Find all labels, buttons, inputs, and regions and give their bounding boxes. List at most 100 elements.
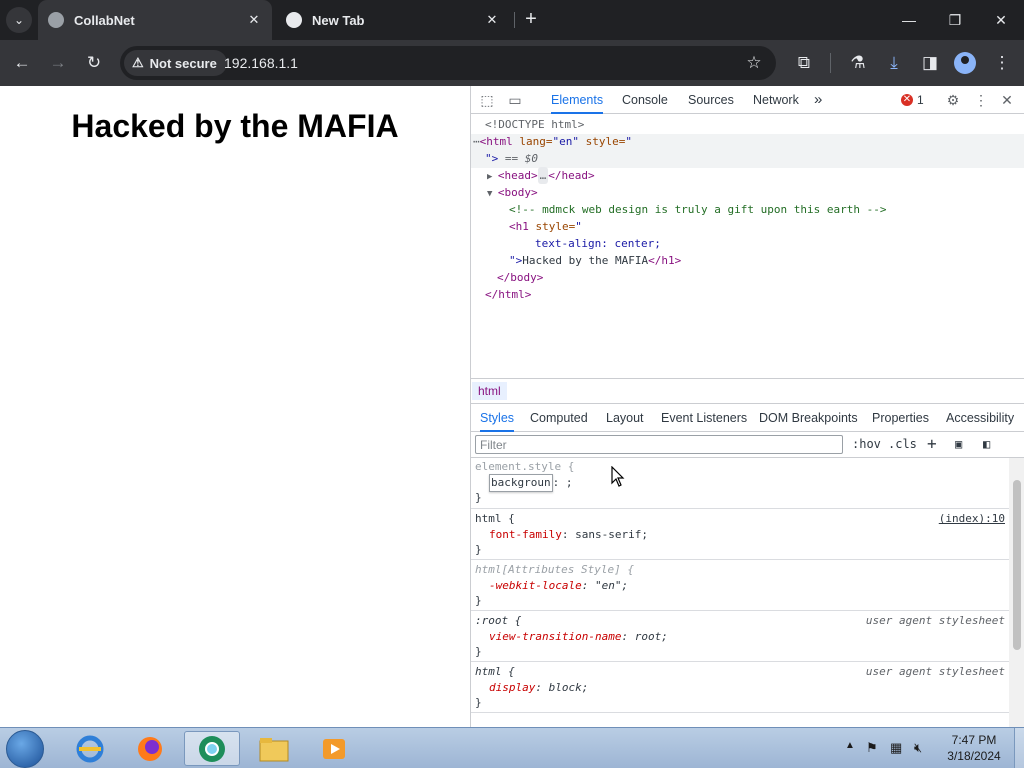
dom-head-node[interactable]: ▶ <head>… </head> xyxy=(487,167,595,184)
rule-declaration[interactable]: view-transition-name: root; xyxy=(489,629,668,645)
toggle-sidebar-icon[interactable]: ◧ xyxy=(983,437,990,451)
tab-new-tab[interactable]: New Tab ✕ xyxy=(276,0,510,40)
close-tab-icon[interactable]: ✕ xyxy=(244,12,264,28)
menu-kebab-icon[interactable]: ⋮ xyxy=(990,51,1014,75)
tab-collabnet[interactable]: CollabNet ✕ xyxy=(38,0,272,40)
system-clock[interactable]: 7:47 PM 3/18/2024 xyxy=(944,732,1004,764)
profile-avatar[interactable] xyxy=(954,52,976,74)
rule-selector[interactable]: html { xyxy=(475,511,515,527)
chrome-taskbar-icon[interactable] xyxy=(184,731,240,766)
rule-declaration[interactable]: display: block; xyxy=(489,680,588,696)
security-chip[interactable]: ⚠ Not secure xyxy=(124,50,227,76)
dom-html-node-end[interactable]: "> == $0 xyxy=(485,150,538,167)
property-value: : ; xyxy=(552,476,573,489)
file-explorer-icon[interactable] xyxy=(246,731,302,766)
rule-source-link[interactable]: (index):10 xyxy=(939,511,1005,527)
browser-toolbar: ← → ↻ ⚠ Not secure 192.168.1.1 ☆ ⧉ ⚗ ⤓ ◨… xyxy=(0,40,1024,86)
dom-h1-content[interactable]: ">Hacked by the MAFIA</h1> xyxy=(509,252,681,269)
more-tabs-icon[interactable]: » xyxy=(814,86,822,114)
device-toolbar-icon[interactable]: ▭ xyxy=(505,90,525,110)
breadcrumb-html[interactable]: html xyxy=(472,382,507,400)
internet-explorer-icon[interactable] xyxy=(62,731,118,766)
mouse-cursor-icon xyxy=(611,466,625,487)
style-attr: style= xyxy=(579,135,626,148)
forward-arrow-icon[interactable]: → xyxy=(46,51,70,75)
h1-style-open: " xyxy=(575,220,582,233)
side-panel-icon[interactable]: ◨ xyxy=(918,51,942,75)
tab-elements[interactable]: Elements xyxy=(551,86,604,114)
action-center-flag-icon[interactable]: ⚑ xyxy=(866,740,878,756)
url-text[interactable]: 192.168.1.1 xyxy=(224,55,298,71)
paint-brush-icon[interactable]: ▣ xyxy=(955,437,962,451)
dom-comment-node[interactable]: <!-- mdmck web design is truly a gift up… xyxy=(509,201,887,218)
close-window-button[interactable]: ✕ xyxy=(978,0,1024,40)
back-arrow-icon[interactable]: ← xyxy=(10,51,34,75)
restore-button[interactable]: ❐ xyxy=(932,0,978,40)
bookmark-star-icon[interactable]: ☆ xyxy=(742,51,766,75)
tab-event-listeners[interactable]: Event Listeners xyxy=(661,404,747,432)
rule-selector[interactable]: html { xyxy=(475,664,515,680)
tab-console[interactable]: Console xyxy=(622,86,668,114)
error-counter[interactable]: ✕ 1 xyxy=(901,93,924,107)
minimize-button[interactable]: — xyxy=(886,0,932,40)
dom-doctype[interactable]: <!DOCTYPE html> xyxy=(485,116,584,133)
reload-icon[interactable]: ↻ xyxy=(82,51,106,75)
extensions-icon[interactable]: ⧉ xyxy=(792,51,816,75)
dom-body-node[interactable]: ▼ <body> xyxy=(487,184,538,201)
hov-toggle[interactable]: :hov xyxy=(852,437,881,451)
rule-selector[interactable]: element.style { xyxy=(475,459,574,475)
tab-network[interactable]: Network xyxy=(753,86,799,114)
rule-selector[interactable]: html[Attributes Style] { xyxy=(475,562,634,578)
rule-declaration[interactable]: backgroun: ; xyxy=(489,474,573,492)
rule-declaration[interactable]: -webkit-locale: "en"; xyxy=(489,578,628,594)
tab-dom-breakpoints[interactable]: DOM Breakpoints xyxy=(759,404,858,432)
styles-filter-input[interactable]: Filter xyxy=(475,435,843,454)
volume-muted-icon[interactable]: 🔇︎ xyxy=(914,740,922,756)
tab-sources[interactable]: Sources xyxy=(688,86,734,114)
rule-declaration[interactable]: font-family: sans-serif; xyxy=(489,527,648,543)
rule-root-ua: :root { user agent stylesheet view-trans… xyxy=(471,611,1009,662)
firefox-icon[interactable] xyxy=(122,731,178,766)
dom-body-close[interactable]: </body> xyxy=(497,269,543,286)
devtools-menu-icon[interactable]: ⋮ xyxy=(971,90,991,110)
dom-h1-node[interactable]: <h1 style=" xyxy=(509,218,582,235)
cls-toggle[interactable]: .cls xyxy=(888,437,917,451)
tab-layout[interactable]: Layout xyxy=(606,404,644,432)
scrollbar-thumb[interactable] xyxy=(1013,480,1021,650)
new-tab-button[interactable]: + xyxy=(520,8,542,30)
labs-flask-icon[interactable]: ⚗ xyxy=(846,51,870,75)
new-style-rule-icon[interactable]: + xyxy=(927,434,937,453)
media-player-icon[interactable] xyxy=(306,731,362,766)
show-hidden-icons[interactable]: ▲ xyxy=(845,740,855,751)
rule-selector[interactable]: :root { xyxy=(475,613,521,629)
collapse-triangle-icon[interactable]: ▼ xyxy=(487,189,498,199)
address-bar[interactable]: ⚠ Not secure 192.168.1.1 xyxy=(120,46,776,80)
start-button[interactable] xyxy=(6,730,44,768)
page-heading: Hacked by the MAFIA xyxy=(71,108,399,144)
network-icon[interactable]: ▦ xyxy=(890,740,902,756)
globe-icon xyxy=(48,12,64,28)
tab-styles[interactable]: Styles xyxy=(480,404,515,432)
body-open-tag: <body> xyxy=(497,186,538,199)
tab-properties[interactable]: Properties xyxy=(872,404,929,432)
dom-tree: <!DOCTYPE html> ⋯<html lang="en" style="… xyxy=(471,114,1024,378)
property-value: : sans-serif; xyxy=(561,528,648,541)
show-desktop-button[interactable] xyxy=(1014,728,1024,768)
dom-h1-style-line[interactable]: text-align: center; xyxy=(535,235,661,252)
tab-search-button[interactable]: ⌄ xyxy=(6,7,32,33)
close-devtools-icon[interactable]: ✕ xyxy=(997,90,1017,110)
tab-accessibility[interactable]: Accessibility xyxy=(946,404,1014,432)
collapsed-ellipsis[interactable]: … xyxy=(537,167,549,184)
gear-icon[interactable]: ⚙ xyxy=(943,90,963,110)
property-value: : root; xyxy=(621,630,668,643)
download-icon[interactable]: ⤓ xyxy=(882,51,906,75)
dom-html-close[interactable]: </html> xyxy=(485,286,531,303)
property-value: : "en"; xyxy=(581,579,629,592)
expand-triangle-icon[interactable]: ▶ xyxy=(487,172,498,182)
property-name-editor[interactable]: backgroun xyxy=(489,474,553,492)
styles-scrollbar[interactable] xyxy=(1009,458,1024,727)
tab-computed[interactable]: Computed xyxy=(530,404,588,432)
inspect-element-icon[interactable]: ⬚ xyxy=(477,90,497,110)
dom-html-node[interactable]: ⋯<html lang="en" style=" xyxy=(473,133,632,150)
close-tab-icon[interactable]: ✕ xyxy=(482,12,502,28)
